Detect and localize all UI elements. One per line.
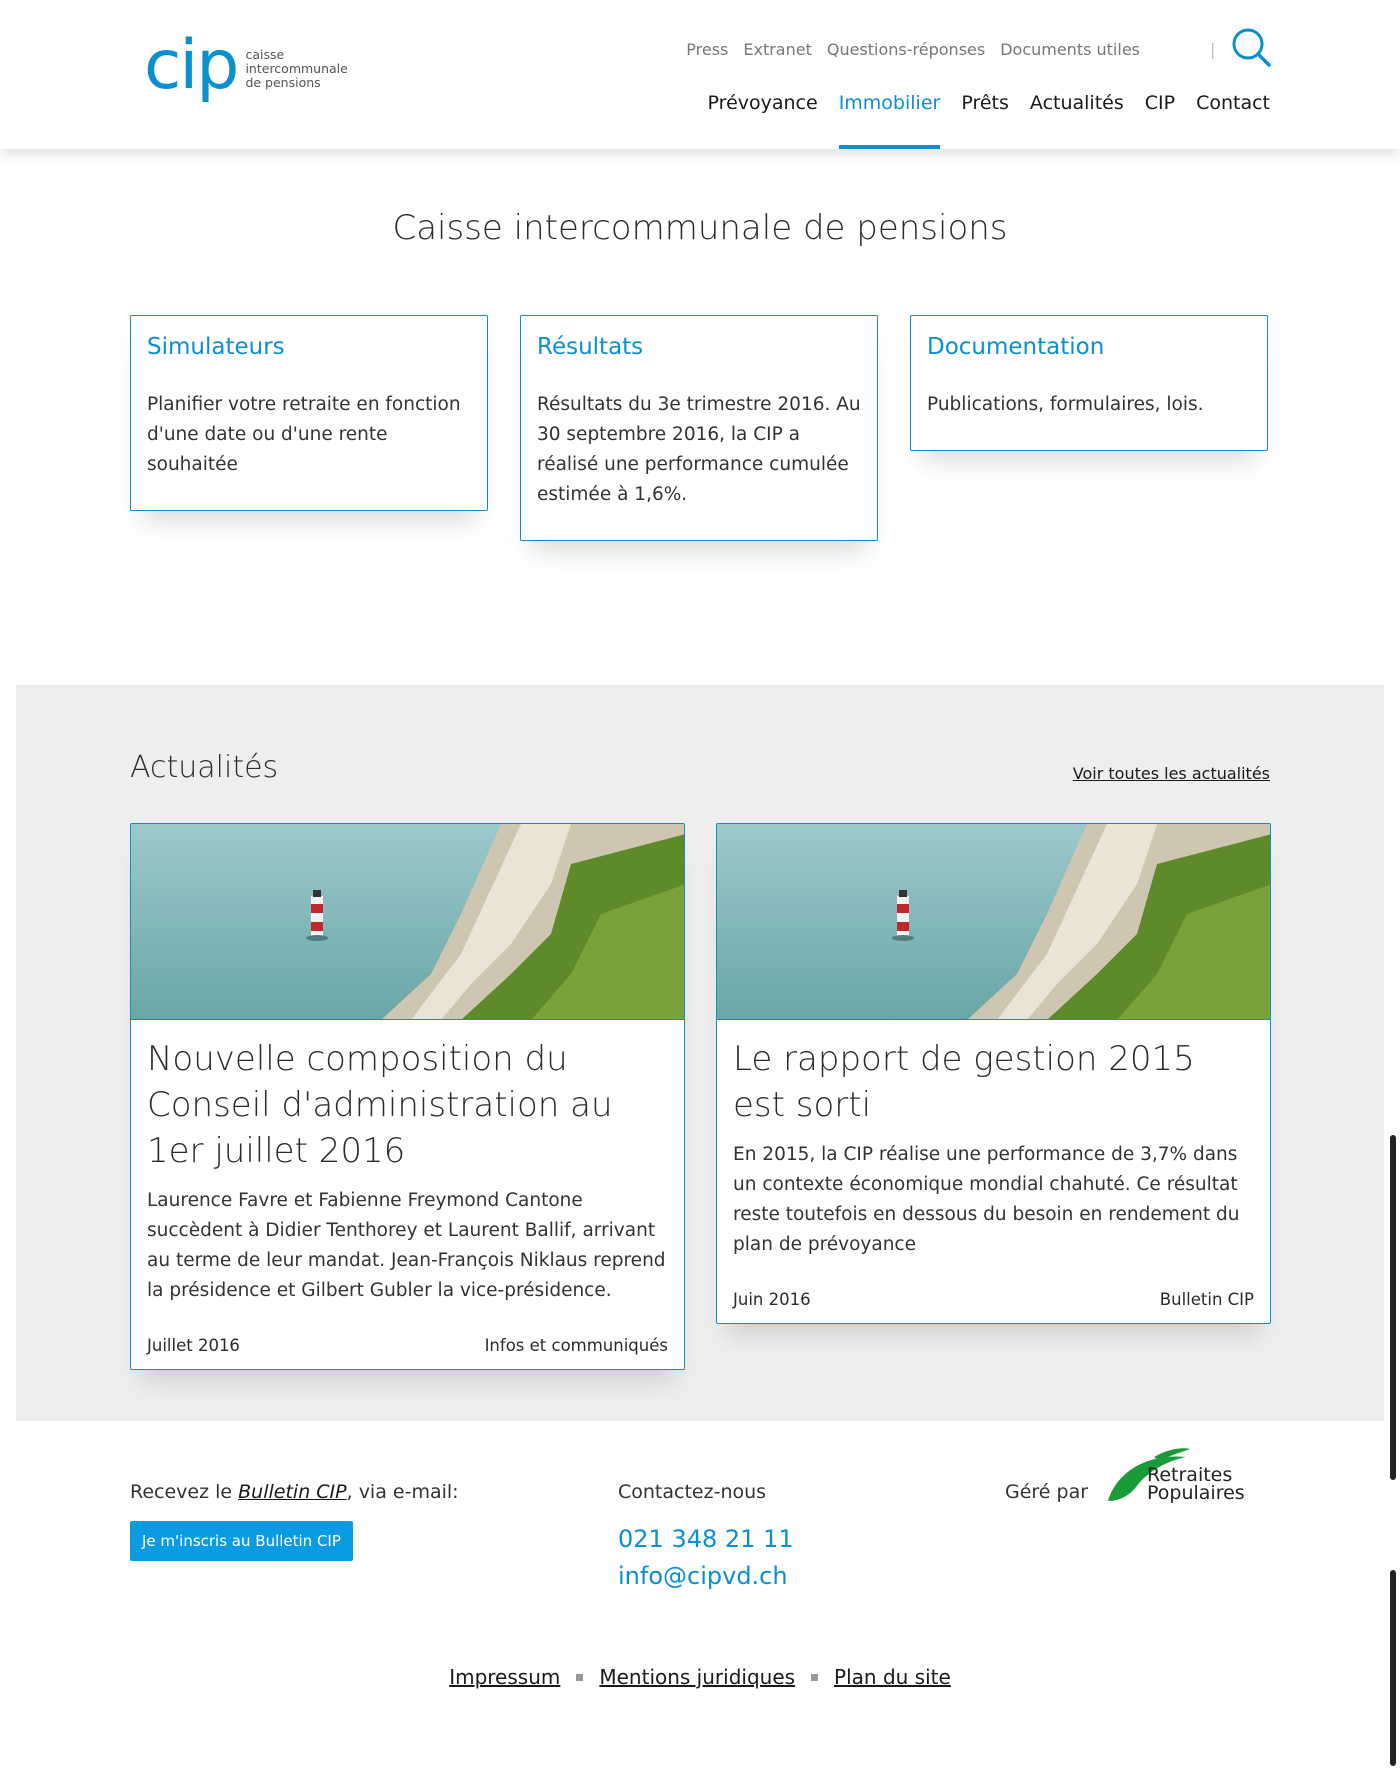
phone-link[interactable]: 021 348 21 11: [618, 1525, 794, 1553]
news-category: Bulletin CIP: [1159, 1290, 1254, 1309]
util-link-extranet[interactable]: Extranet: [743, 40, 812, 59]
card-documentation[interactable]: Documentation Publications, formulaires,…: [910, 315, 1268, 451]
newsletter-prefix: Recevez le: [130, 1481, 239, 1503]
page-title: Caisse intercommunale de pensions: [392, 208, 1008, 248]
logo-mark: cip: [144, 26, 239, 105]
main-nav: Prévoyance Immobilier Prêts Actualités C…: [708, 92, 1270, 149]
link-separator: [811, 1673, 819, 1681]
news-summary: En 2015, la CIP réalise une performance …: [733, 1144, 1240, 1255]
utility-nav: Press Extranet Questions-réponses Docume…: [686, 40, 1140, 59]
partner-logo-text[interactable]: Retraites Populaires: [1147, 1466, 1245, 1504]
logo-line: caisse: [245, 47, 285, 62]
news-date: Juin 2016: [733, 1290, 811, 1309]
footer-links: Impressum Mentions juridiques Plan du si…: [0, 1665, 1400, 1689]
news-meta: Juillet 2016 Infos et communiqués: [147, 1336, 668, 1355]
util-link-documents[interactable]: Documents utiles: [1000, 40, 1140, 59]
card-resultats[interactable]: Résultats Résultats du 3e trimestre 2016…: [520, 315, 878, 541]
scrollbar-thumb-lower[interactable]: [1390, 1570, 1396, 1766]
site-header: cip caisse intercommunale de pensions Pr…: [0, 0, 1400, 149]
card-text: Résultats du 3e trimestre 2016. Au 30 se…: [537, 394, 861, 505]
card-title: Simulateurs: [147, 334, 285, 360]
news-card[interactable]: Le rapport de gestion 2015 est sorti En …: [716, 823, 1271, 1324]
newsletter-text: Recevez le Bulletin CIP, via e-mail:: [130, 1481, 459, 1503]
newsletter-link[interactable]: Bulletin CIP: [238, 1481, 346, 1503]
cip-logo[interactable]: cip caisse intercommunale de pensions: [144, 26, 348, 105]
news-image: [131, 824, 684, 1020]
card-text: Publications, formulaires, lois.: [927, 394, 1204, 415]
news-category: Infos et communiqués: [484, 1336, 668, 1355]
subscribe-button[interactable]: Je m'inscris au Bulletin CIP: [130, 1521, 353, 1561]
nav-separator: |: [1210, 40, 1216, 59]
news-meta: Juin 2016 Bulletin CIP: [733, 1290, 1254, 1309]
link-plan-du-site[interactable]: Plan du site: [834, 1665, 951, 1689]
link-separator: [576, 1673, 584, 1681]
feature-cards: Simulateurs Planifier votre retraite en …: [130, 315, 1268, 541]
news-image: [717, 824, 1270, 1020]
nav-item-cip[interactable]: CIP: [1145, 92, 1175, 149]
see-all-news-link[interactable]: Voir toutes les actualités: [1073, 764, 1270, 783]
link-mentions-juridiques[interactable]: Mentions juridiques: [599, 1665, 795, 1689]
link-impressum[interactable]: Impressum: [449, 1665, 560, 1689]
nav-item-actualites[interactable]: Actualités: [1030, 92, 1124, 149]
nav-item-contact[interactable]: Contact: [1196, 92, 1270, 149]
nav-item-prets[interactable]: Prêts: [961, 92, 1009, 149]
news-headline[interactable]: Le rapport de gestion 2015 est sorti: [733, 1036, 1254, 1128]
newsletter-suffix: , via e-mail:: [346, 1481, 459, 1503]
card-text: Planifier votre retraite en fonction d'u…: [147, 394, 461, 475]
partner-line: Populaires: [1147, 1482, 1245, 1504]
contact-label: Contactez-nous: [618, 1481, 767, 1503]
util-link-faq[interactable]: Questions-réponses: [827, 40, 985, 59]
nav-item-prevoyance[interactable]: Prévoyance: [708, 92, 818, 149]
news-date: Juillet 2016: [147, 1336, 240, 1355]
search-button[interactable]: [1230, 26, 1272, 68]
card-simulateurs[interactable]: Simulateurs Planifier votre retraite en …: [130, 315, 488, 511]
news-card[interactable]: Nouvelle composition du Conseil d'admini…: [130, 823, 685, 1370]
email-link[interactable]: info@cipvd.ch: [618, 1562, 788, 1590]
news-body: Nouvelle composition du Conseil d'admini…: [131, 1020, 684, 1369]
scrollbar-thumb[interactable]: [1390, 1135, 1396, 1480]
site-footer: Recevez le Bulletin CIP, via e-mail: Je …: [0, 1421, 1400, 1772]
nav-item-immobilier[interactable]: Immobilier: [838, 92, 940, 149]
logo-line: de pensions: [245, 75, 321, 90]
managed-by-label: Géré par: [1005, 1481, 1089, 1503]
news-summary: Laurence Favre et Fabienne Freymond Cant…: [147, 1190, 666, 1301]
logo-line: intercommunale: [245, 61, 348, 76]
card-title: Résultats: [537, 334, 644, 360]
logo-tagline: caisse intercommunale de pensions: [245, 48, 347, 90]
news-heading: Actualités: [130, 750, 279, 785]
util-link-press[interactable]: Press: [686, 40, 728, 59]
news-section: Actualités Voir toutes les actualités No…: [16, 685, 1384, 1421]
search-icon: [1232, 28, 1271, 67]
news-headline[interactable]: Nouvelle composition du Conseil d'admini…: [147, 1036, 668, 1174]
news-body: Le rapport de gestion 2015 est sorti En …: [717, 1020, 1270, 1323]
card-title: Documentation: [927, 334, 1105, 360]
